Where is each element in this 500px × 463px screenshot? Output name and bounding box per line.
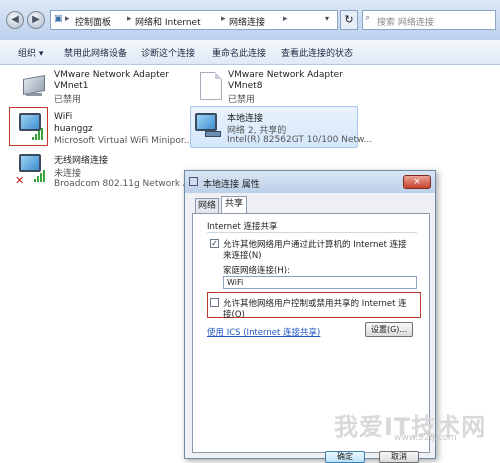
dialog-title-bar[interactable]: 本地连接 属性 × xyxy=(185,171,435,193)
address-bar: ◀ ▶ ▣ ▸ 控制面板 ▸ 网络和 Internet ▸ 网络连接 ▸ ▾ ↻… xyxy=(0,0,500,40)
adapter-device: Intel(R) 82562GT 10/100 Netw... xyxy=(227,135,373,145)
adapter-vmnet1[interactable]: VMware Network Adapter VMnet1 已禁用 xyxy=(14,70,184,106)
disconnected-x-icon: ✕ xyxy=(15,174,25,187)
refresh-button[interactable]: ↻ xyxy=(340,10,358,30)
adapter-name: VMware Network Adapter xyxy=(54,70,169,80)
history-dropdown-icon[interactable]: ▾ xyxy=(325,14,329,23)
adapter-vmnet8[interactable]: VMware Network Adapter VMnet8 已禁用 xyxy=(196,70,366,106)
diagnose-connection-button[interactable]: 诊断这个连接 xyxy=(141,46,195,59)
allow-control-label-cont: 接(O) xyxy=(223,310,245,320)
home-network-connection-field[interactable]: WiFi xyxy=(223,276,417,289)
adapter-network: huanggz xyxy=(54,124,93,134)
adapter-network: VMnet8 xyxy=(228,81,263,91)
ethernet-cable-icon xyxy=(205,131,221,137)
group-divider xyxy=(207,232,417,233)
organize-menu[interactable]: 组织 ▾ xyxy=(18,46,43,59)
adapter-local-connection[interactable]: 本地连接 网络 2, 共享的 Intel(R) 82562GT 10/100 N… xyxy=(190,106,372,148)
settings-button[interactable]: 设置(G)... xyxy=(365,322,413,337)
ics-group-title: Internet 连接共享 xyxy=(207,222,278,232)
home-conn-label: 家庭网络连接(H): xyxy=(223,266,290,276)
dialog-title: 本地连接 属性 xyxy=(203,180,260,190)
network-adapter-disabled-icon xyxy=(20,73,48,99)
monitor-icon xyxy=(195,113,217,131)
search-placeholder: 搜索 网络连接 xyxy=(377,18,434,28)
breadcrumb-control-panel[interactable]: 控制面板 xyxy=(75,15,111,28)
ics-help-link[interactable]: 使用 ICS (Internet 连接共享) xyxy=(207,326,320,338)
command-toolbar: 组织 ▾ 禁用此网络设备 诊断这个连接 重命名此连接 查看此连接的状态 xyxy=(0,40,500,65)
adapter-status: 未连接 xyxy=(54,169,82,179)
control-panel-icon: ▣ xyxy=(54,14,63,24)
adapter-network: VMnet1 xyxy=(54,81,89,91)
adapter-status: 已禁用 xyxy=(54,95,82,105)
rename-connection-button[interactable]: 重命名此连接 xyxy=(212,46,266,59)
breadcrumb-separator-icon: ▸ xyxy=(127,14,132,24)
allow-control-checkbox[interactable] xyxy=(210,298,219,307)
cancel-button[interactable]: 取消 xyxy=(379,451,419,463)
allow-share-checkbox[interactable]: ✓ xyxy=(210,239,219,248)
forward-button[interactable]: ▶ xyxy=(27,11,45,29)
search-input[interactable]: ⌕ 搜索 网络连接 xyxy=(362,10,496,30)
adapter-device: Microsoft Virtual WiFi Minipor... xyxy=(54,136,193,146)
watermark-url: www.52ij.com xyxy=(394,433,457,443)
adapter-name: VMware Network Adapter xyxy=(228,70,343,80)
adapter-wifi[interactable]: WiFi huanggz Microsoft Virtual WiFi Mini… xyxy=(14,110,192,146)
allow-control-label: 允许其他网络用户控制或禁用共享的 Internet 连 xyxy=(223,299,407,309)
breadcrumb-separator-icon: ▸ xyxy=(283,14,288,24)
tab-network[interactable]: 网络 xyxy=(195,198,219,214)
search-icon: ⌕ xyxy=(365,13,371,23)
address-field[interactable]: ▣ ▸ 控制面板 ▸ 网络和 Internet ▸ 网络连接 ▸ ▾ xyxy=(50,10,338,30)
dialog-icon xyxy=(189,177,198,186)
breadcrumb-network-connections[interactable]: 网络连接 xyxy=(229,15,265,28)
adapter-status: 已禁用 xyxy=(228,95,256,105)
adapter-name: WiFi xyxy=(54,112,73,122)
breadcrumb-separator-icon: ▸ xyxy=(221,14,226,24)
breadcrumb-separator-icon: ▸ xyxy=(65,14,70,24)
back-button[interactable]: ◀ xyxy=(6,11,24,29)
view-status-button[interactable]: 查看此连接的状态 xyxy=(281,46,353,59)
adapter-wireless[interactable]: ✕ 无线网络连接 未连接 Broadcom 802.11g Network A.… xyxy=(14,152,198,190)
signal-bars-icon xyxy=(32,128,46,140)
breadcrumb-network-internet[interactable]: 网络和 Internet xyxy=(135,15,201,28)
generic-document-icon xyxy=(200,72,222,100)
disable-device-button[interactable]: 禁用此网络设备 xyxy=(64,46,127,59)
allow-share-label-cont: 来连接(N) xyxy=(223,251,262,261)
adapter-name: 无线网络连接 xyxy=(54,156,109,166)
close-button[interactable]: × xyxy=(403,175,431,189)
signal-bars-icon xyxy=(34,170,48,182)
tab-sharing[interactable]: 共享 xyxy=(221,196,247,214)
ok-button[interactable]: 确定 xyxy=(325,451,365,463)
adapter-device: Broadcom 802.11g Network A... xyxy=(54,179,198,189)
